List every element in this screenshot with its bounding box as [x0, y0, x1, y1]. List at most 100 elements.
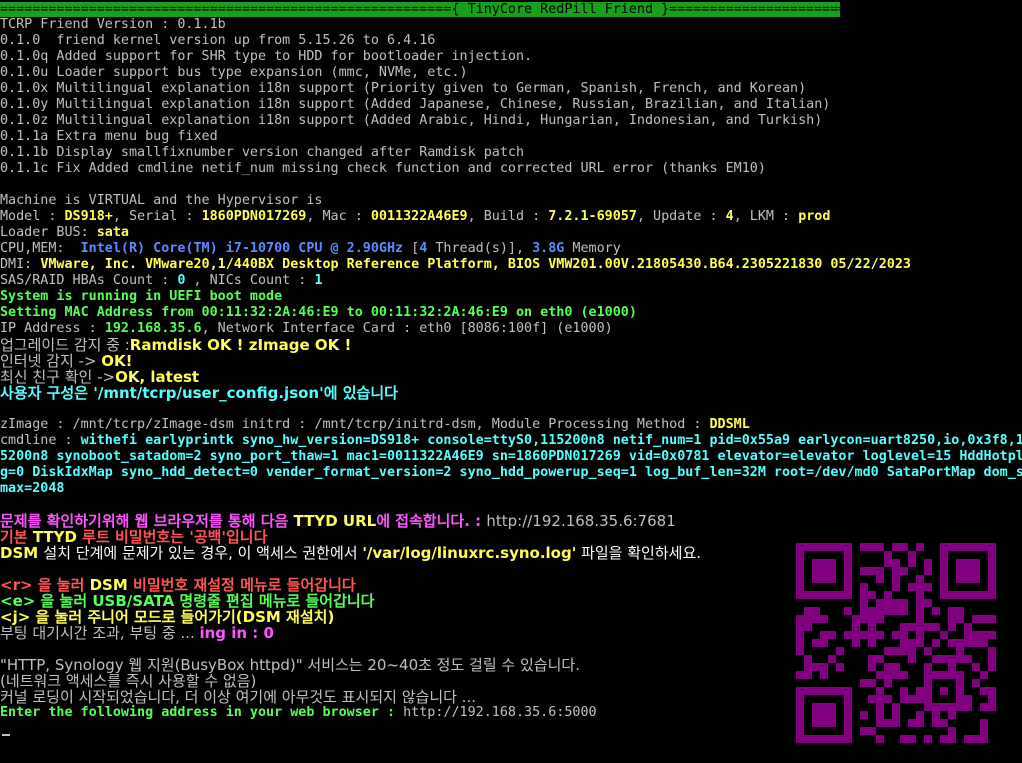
title-bar: ========================================… — [0, 2, 840, 17]
console-text: DS918+ — [64, 209, 113, 224]
console-text: 7.2.1-69057 — [548, 209, 637, 224]
console-text: 사용자 구성은 '/mnt/tcrp/user_config.json'에 있습… — [0, 384, 398, 402]
console-text: CPU,MEM: — [0, 241, 81, 256]
console-text: prod — [798, 209, 831, 224]
console-text: cmdline : — [0, 433, 81, 448]
console-line: SAS/RAID HBAs Count : 0 , NICs Count : 1 — [0, 273, 323, 289]
console-text: 부팅 대기시간 조과, 부팅 중 ... — [0, 624, 200, 642]
console-line: 0.1.0y Multilingual explanation i18n sup… — [0, 97, 830, 113]
text-cursor — [2, 734, 10, 736]
console-line: IP Address : 192.168.35.6, Network Inter… — [0, 321, 613, 337]
console-text: withefi earlyprintk syno_hw_version=DS91… — [80, 433, 1022, 448]
console-text: DSM — [0, 544, 44, 562]
console-text: , Serial : — [112, 209, 202, 224]
console-text: , LKM : — [733, 209, 799, 224]
console-text: 0011322A46E9 — [370, 209, 468, 224]
console-line: 0.1.0 friend kernel version up from 5.15… — [0, 33, 435, 49]
console-text: IP Address : — [0, 321, 105, 336]
console-line: 0.1.1a Extra menu bug fixed — [0, 129, 218, 145]
console-line: 커널 로딩이 시작되었습니다, 더 이상 여기에 아무것도 표시되지 않습니다 … — [0, 689, 476, 705]
console-text: Machine is VIRTUAL and the Hypervisor is — [0, 193, 323, 208]
console-line: CPU,MEM: Intel(R) Core(TM) i7-10700 CPU … — [0, 241, 621, 257]
console-text: , Build : — [467, 209, 549, 224]
console-text: DMI: — [0, 257, 41, 272]
console-text: Setting MAC Address from 00:11:32:2A:46:… — [0, 305, 637, 320]
console-line: 최신 친구 확인 ->OK, latest — [0, 369, 199, 385]
console-text: , Update : — [636, 209, 726, 224]
console-text: Model : — [0, 209, 65, 224]
console-text: 0.1.0q Added support for SHR type to HDD… — [0, 49, 533, 64]
console-text: 0.1.1b Display smallfixnumber version ch… — [0, 145, 525, 160]
terminal-screen: ========================================… — [0, 0, 1022, 763]
console-line: TCRP Friend Version : 0.1.1b — [0, 17, 226, 33]
console-line: "HTTP, Synology 웹 지원(BusyBox httpd)" 서비스… — [0, 657, 580, 673]
console-text: 파일을 확인하세요. — [576, 544, 702, 562]
console-text: Thread(s)], — [427, 241, 533, 256]
console-text: 커널 로딩이 시작되었습니다, 더 이상 여기에 아무것도 표시되지 않습니다 … — [0, 688, 476, 706]
console-text: 1 — [314, 273, 323, 288]
console-line: 업그레이드 감지 중 :Ramdisk OK ! zImage OK ! — [0, 337, 351, 353]
console-text: 설치 단계에 문제가 있는 경우, 이 액세스 권한에서 — [43, 544, 363, 562]
console-line: System is running in UEFI boot mode — [0, 289, 282, 305]
console-line: 0.1.0u Loader support bus type expansion… — [0, 65, 468, 81]
console-line: 0.1.0q Added support for SHR type to HDD… — [0, 49, 532, 65]
console-line: <j> 을 눌러 주니어 모드로 들어가기(DSM 재설치) — [0, 609, 334, 625]
console-text: , Mac : — [306, 209, 371, 224]
console-text: 0.1.1a Extra menu bug fixed — [0, 129, 218, 144]
console-line: Setting MAC Address from 00:11:32:2A:46:… — [0, 305, 637, 321]
console-line: 0.1.0x Multilingual explanation i18n sup… — [0, 81, 806, 97]
console-line: 인터넷 감지 -> OK! — [0, 353, 133, 369]
console-text: SAS/RAID HBAs Count : — [0, 273, 178, 288]
console-line: 사용자 구성은 '/mnt/tcrp/user_config.json'에 있습… — [0, 385, 398, 401]
console-text: TTYD URL — [293, 512, 377, 530]
console-line: 5200n8 synoboot_satadom=2 syno_port_thaw… — [0, 449, 1022, 465]
console-text: 1860PDN017269 — [201, 209, 307, 224]
console-line: Loader BUS: sata — [0, 225, 129, 241]
console-text: 0.1.0u Loader support bus type expansion… — [0, 65, 468, 80]
console-text: 4 — [725, 209, 734, 224]
console-text: 에 접속합니다. : — [376, 512, 487, 530]
console-text: 0.1.0 friend kernel version up from 5.15… — [0, 33, 436, 48]
console-text: ing in : 0 — [199, 624, 274, 642]
console-text: Enter the following address in your web … — [0, 705, 404, 720]
console-line: 0.1.0z Multilingual explanation i18n sup… — [0, 113, 822, 129]
console-line: 문제를 확인하기위해 웹 브라우저를 통해 다음 TTYD URL에 접속합니다… — [0, 513, 676, 529]
console-line: <r> 을 눌러 DSM 비밀번호 재설정 메뉴로 들어갑니다 — [0, 577, 356, 593]
console-line: zImage : /mnt/tcrp/zImage-dsm initrd : /… — [0, 417, 750, 433]
console-text: Ramdisk OK ! zImage OK ! — [129, 336, 352, 354]
console-line: Machine is VIRTUAL and the Hypervisor is — [0, 193, 322, 209]
console-line: cmdline : withefi earlyprintk syno_hw_ve… — [0, 433, 1022, 449]
console-text: , NICs Count : — [185, 273, 315, 288]
console-line: 0.1.1c Fix Added cmdline netif_num missi… — [0, 161, 766, 177]
console-line: (네트워크 액세스를 즉시 사용할 수 없음) — [0, 673, 256, 689]
console-text: 0.1.0z Multilingual explanation i18n sup… — [0, 113, 823, 128]
qr-code-icon — [796, 543, 996, 743]
console-text: http://192.168.35.6:7681 — [486, 512, 676, 530]
console-text: Memory — [564, 241, 621, 256]
console-text: System is running in UEFI boot mode — [0, 289, 283, 304]
console-text: 192.168.35.6 — [104, 321, 202, 336]
console-text: , Network Interface Card : eth0 [8086:10… — [201, 321, 613, 336]
console-line: g=0 DiskIdxMap syno_hdd_detect=0 vender_… — [0, 465, 1022, 481]
console-line: DSM 설치 단계에 문제가 있는 경우, 이 액세스 권한에서 '/var/l… — [0, 545, 701, 561]
console-line: 기본 TTYD 루트 비밀번호는 '공백'입니다 — [0, 529, 267, 545]
console-text: g=0 DiskIdxMap syno_hdd_detect=0 vender_… — [0, 465, 1022, 480]
console-text: sata — [96, 225, 129, 240]
console-line: DMI: VMware, Inc. VMware20,1/440BX Deskt… — [0, 257, 911, 273]
console-text: Loader BUS: — [0, 225, 97, 240]
console-text: 0.1.0y Multilingual explanation i18n sup… — [0, 97, 831, 112]
console-text: '/var/log/linuxrc.syno.log' — [362, 544, 577, 562]
console-text: http://192.168.35.6:5000 — [403, 705, 597, 720]
console-text: zImage : /mnt/tcrp/zImage-dsm initrd : /… — [0, 417, 710, 432]
console-text: 0.1.0x Multilingual explanation i18n sup… — [0, 81, 807, 96]
console-text: 5200n8 synoboot_satadom=2 syno_port_thaw… — [0, 449, 1022, 464]
console-line: Enter the following address in your web … — [0, 705, 597, 721]
console-line: Model : DS918+, Serial : 1860PDN017269, … — [0, 209, 830, 225]
console-line: 0.1.1b Display smallfixnumber version ch… — [0, 145, 524, 161]
console-line: <e> 을 눌러 USB/SATA 명령줄 편집 메뉴로 들어갑니다 — [0, 593, 375, 609]
console-line: 부팅 대기시간 조과, 부팅 중 ... ing in : 0 — [0, 625, 274, 641]
console-text: max=2048 — [0, 481, 65, 496]
console-text: 0.1.1c Fix Added cmdline netif_num missi… — [0, 161, 766, 176]
console-text: DDSML — [709, 417, 750, 432]
console-line: max=2048 — [0, 481, 65, 497]
